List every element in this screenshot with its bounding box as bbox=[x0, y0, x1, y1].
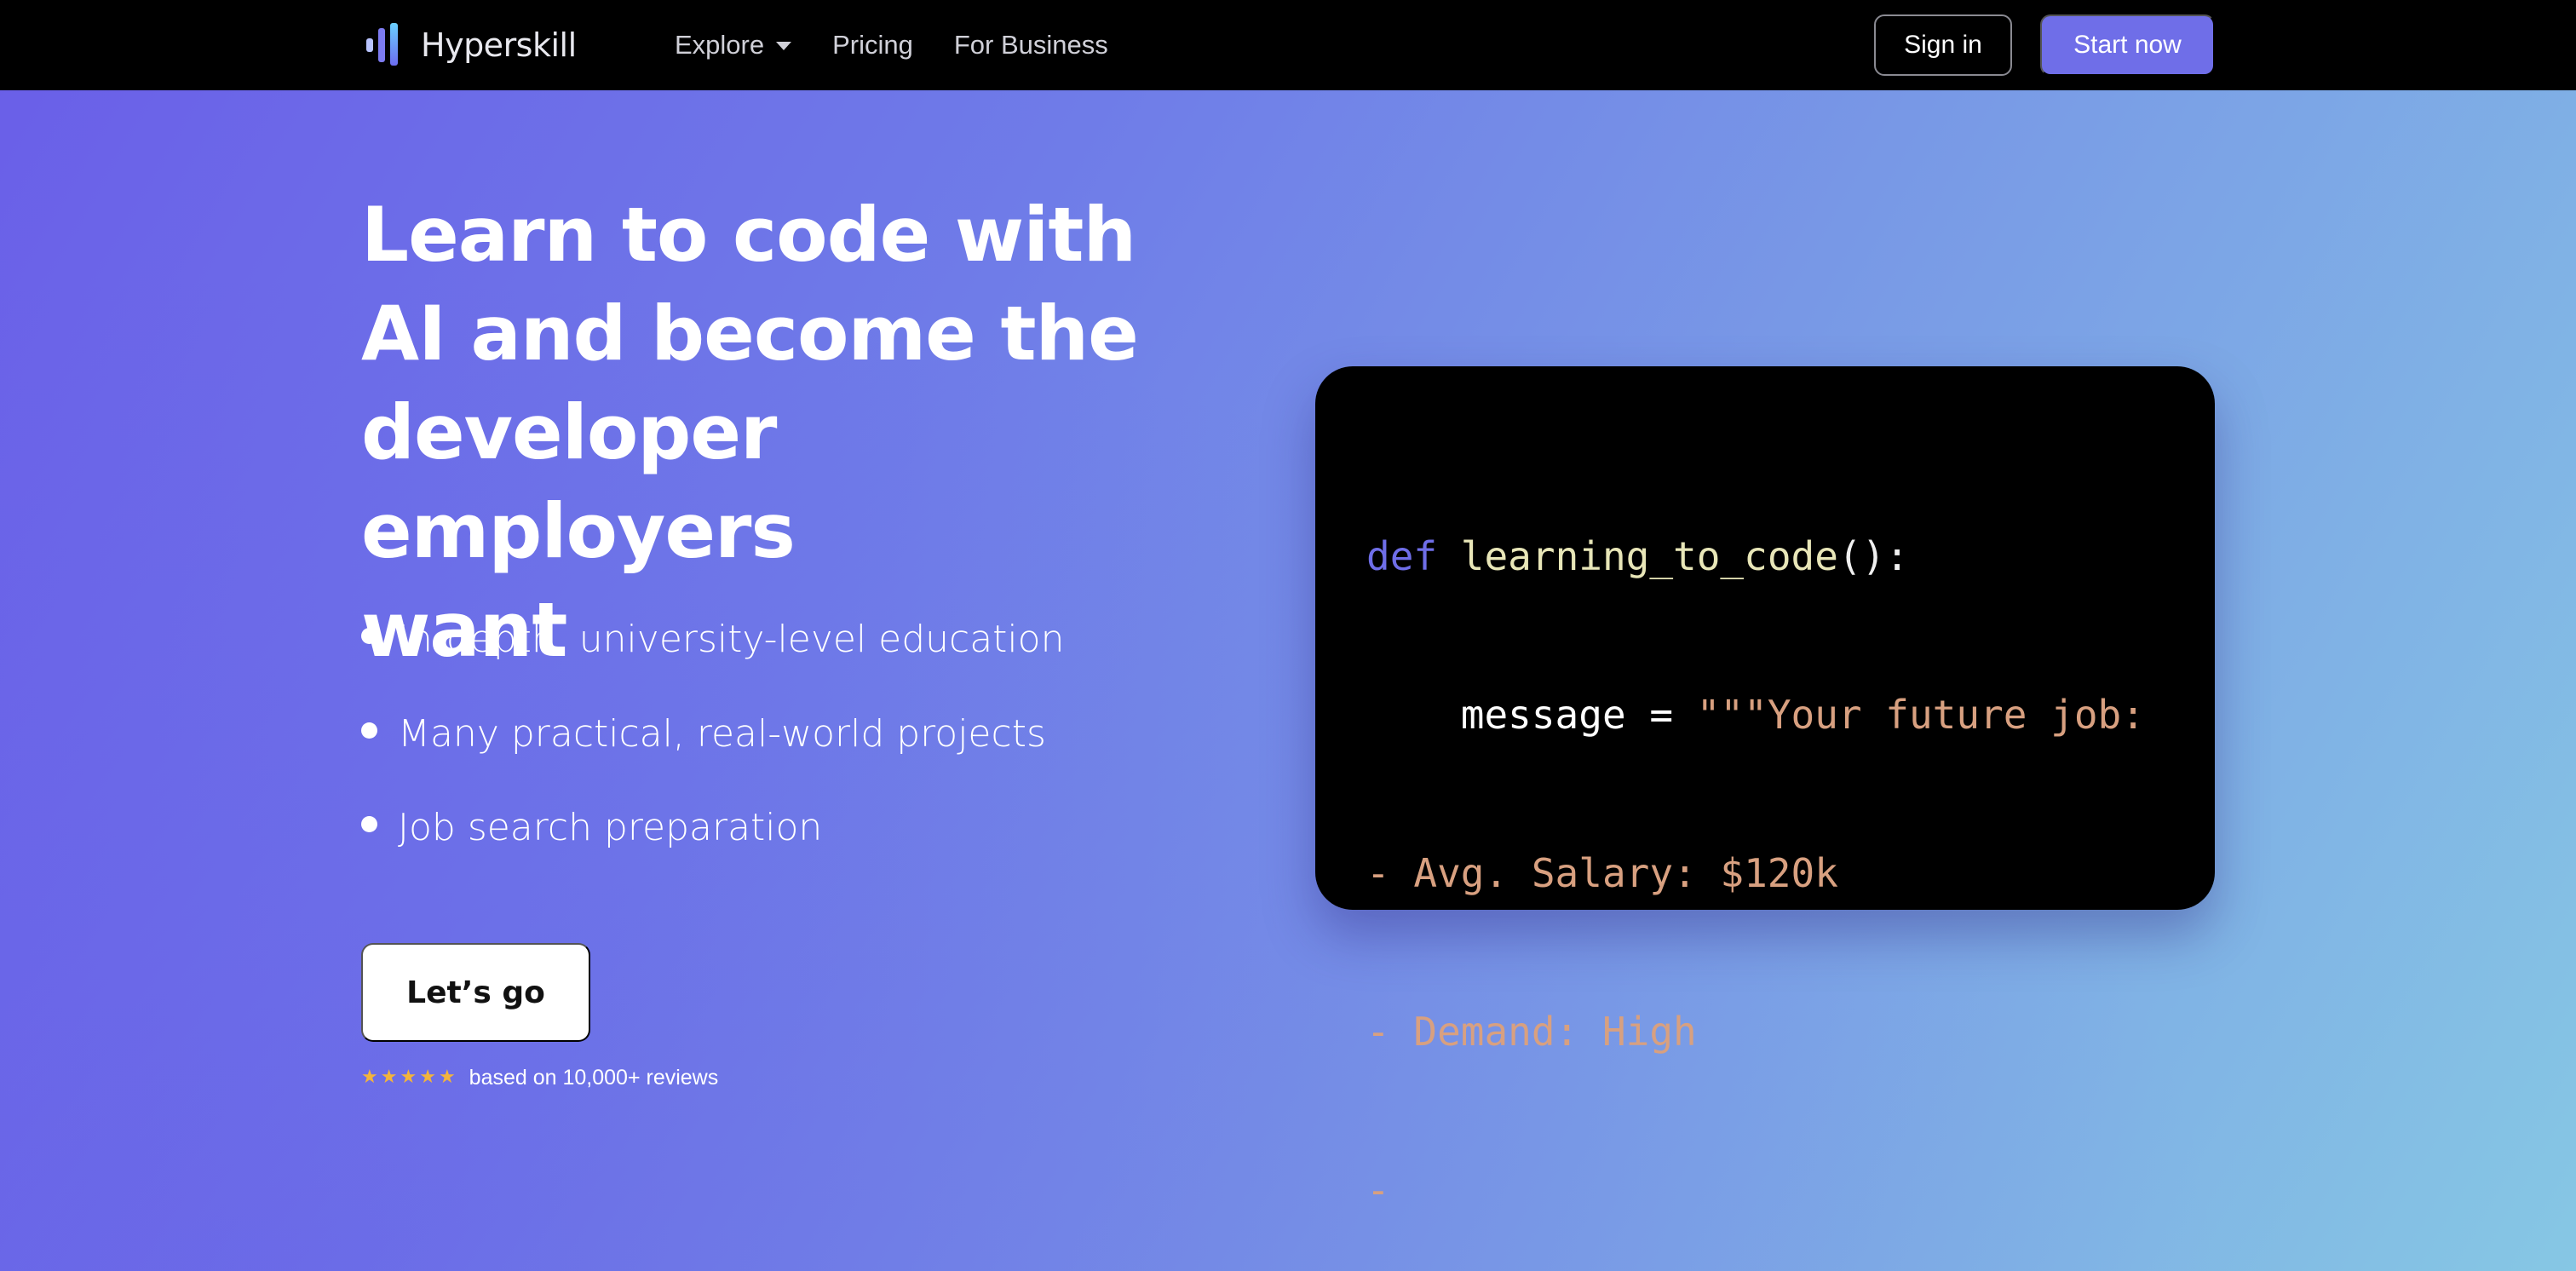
code-variable: message = bbox=[1460, 692, 1697, 738]
code-card: def learning_to_code(): message = """You… bbox=[1315, 366, 2215, 1213]
hero-title-line: developer employers bbox=[361, 388, 796, 575]
feature-text: Many practical, real-world projects bbox=[398, 711, 1046, 756]
code-line-2: message = """Your future job: bbox=[1366, 688, 2164, 741]
star-icon: ★ bbox=[400, 1067, 417, 1088]
lets-go-button[interactable]: Let’s go bbox=[361, 943, 590, 1042]
top-navbar: Hyperskill Explore Pricing For Business … bbox=[0, 0, 2576, 90]
code-line-5: - bbox=[1366, 1167, 1390, 1213]
star-icon: ★ bbox=[438, 1067, 456, 1088]
star-icon: ★ bbox=[361, 1067, 378, 1088]
nav-links: Explore Pricing For Business bbox=[675, 0, 1108, 90]
nav-for-business-label: For Business bbox=[953, 30, 1108, 60]
feature-text: In-depth, university-level education bbox=[398, 617, 1065, 661]
sign-in-button[interactable]: Sign in bbox=[1874, 14, 2012, 76]
rating: ★ ★ ★ ★ ★ based on 10,000+ reviews bbox=[361, 1065, 718, 1090]
logo-text: Hyperskill bbox=[421, 26, 577, 64]
code-function-name: learning_to_code bbox=[1460, 533, 1838, 579]
bullet-icon bbox=[361, 722, 377, 739]
feature-item: In-depth, university-level education bbox=[361, 615, 1064, 663]
hero-title-line: Learn to code with bbox=[361, 191, 1136, 279]
star-icon: ★ bbox=[380, 1067, 398, 1088]
code-keyword: def bbox=[1366, 533, 1438, 579]
nav-pricing-label: Pricing bbox=[832, 30, 913, 60]
rating-text: based on 10,000+ reviews bbox=[469, 1065, 719, 1090]
feature-item: Job search preparation bbox=[361, 803, 1064, 851]
bullet-icon bbox=[361, 627, 377, 644]
rating-stars: ★ ★ ★ ★ ★ bbox=[361, 1068, 456, 1087]
bullet-icon bbox=[361, 815, 377, 832]
code-line-4: - Demand: High bbox=[1366, 1009, 1697, 1055]
nav-pricing[interactable]: Pricing bbox=[832, 30, 913, 60]
hero-title: Learn to code with AI and become the dev… bbox=[361, 186, 1179, 680]
code-punctuation: (): bbox=[1837, 533, 1909, 579]
nav-explore[interactable]: Explore bbox=[675, 30, 792, 60]
logo[interactable]: Hyperskill bbox=[366, 22, 577, 68]
feature-list: In-depth, university-level education Man… bbox=[361, 615, 1064, 898]
nav-explore-label: Explore bbox=[675, 30, 765, 60]
nav-for-business[interactable]: For Business bbox=[954, 30, 1108, 60]
feature-text: Job search preparation bbox=[398, 805, 823, 849]
star-icon: ★ bbox=[419, 1067, 436, 1088]
feature-item: Many practical, real-world projects bbox=[361, 710, 1064, 757]
hyperskill-logo-icon bbox=[366, 23, 405, 67]
code-line-1: def learning_to_code(): bbox=[1366, 530, 2164, 583]
chevron-down-icon bbox=[776, 42, 792, 50]
hero-title-line: AI and become the bbox=[361, 290, 1139, 377]
code-line-3: - Avg. Salary: $120k bbox=[1366, 850, 1838, 896]
code-string: """Your future job: bbox=[1696, 692, 2145, 738]
start-now-button[interactable]: Start now bbox=[2040, 14, 2215, 76]
